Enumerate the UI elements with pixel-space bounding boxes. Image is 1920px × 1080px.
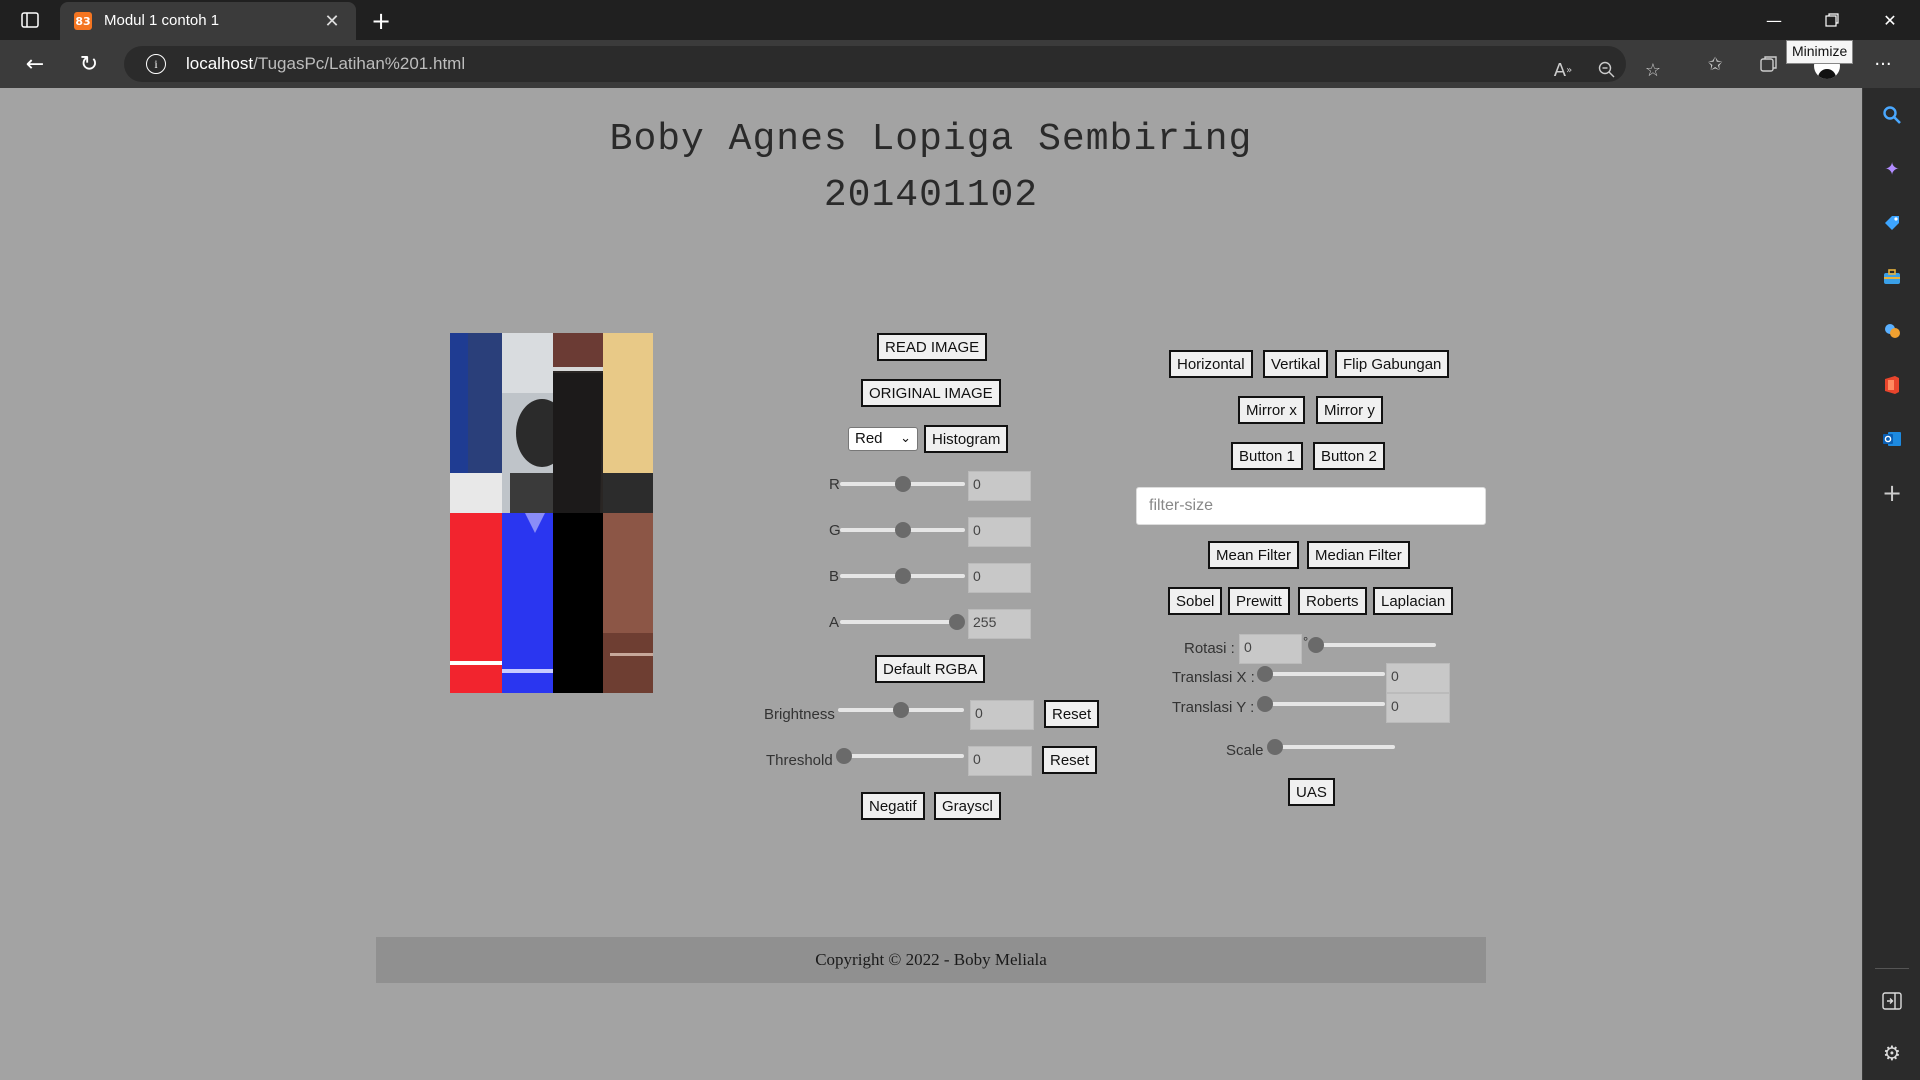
threshold-label: Threshold [766, 752, 833, 769]
minimize-tooltip: Minimize [1786, 40, 1854, 64]
collections-icon[interactable] [1752, 48, 1786, 80]
close-window-icon[interactable]: ✕ [1862, 0, 1918, 40]
median-filter-button[interactable]: Median Filter [1307, 541, 1410, 569]
tools-icon[interactable] [1877, 262, 1907, 292]
threshold-slider[interactable] [836, 748, 964, 764]
roberts-button[interactable]: Roberts [1298, 587, 1367, 615]
prewitt-button[interactable]: Prewitt [1228, 587, 1290, 615]
student-id: 201401102 [823, 174, 1039, 217]
close-tab-icon[interactable]: ✕ [320, 9, 344, 33]
edge-sidebar: ✦ + ⚙ [1862, 88, 1920, 1080]
laplacian-button[interactable]: Laplacian [1373, 587, 1454, 615]
default-rgba-button[interactable]: Default RGBA [875, 655, 986, 683]
b-value-field[interactable]: 0 [968, 563, 1031, 593]
scale-label: Scale [1226, 742, 1264, 759]
read-image-button[interactable]: READ IMAGE [877, 333, 988, 361]
a-slider[interactable] [840, 614, 965, 630]
footer: Copyright © 2022 - Boby Meliala [376, 937, 1486, 983]
rotasi-slider[interactable] [1308, 637, 1436, 653]
mean-filter-button[interactable]: Mean Filter [1208, 541, 1300, 569]
threshold-value-field[interactable]: 0 [968, 746, 1032, 776]
info-icon[interactable]: i [146, 54, 166, 74]
r-value-field[interactable]: 0 [968, 471, 1031, 501]
chevron-down-icon: ⌄ [900, 430, 911, 445]
refresh-icon[interactable]: ↻ [72, 48, 106, 80]
office-icon[interactable] [1877, 370, 1907, 400]
r-slider[interactable] [840, 476, 965, 492]
browser-tab[interactable]: 83 Modul 1 contoh 1 ✕ [60, 2, 356, 40]
outlook-icon[interactable] [1877, 424, 1907, 454]
flip-horizontal-button[interactable]: Horizontal [1169, 350, 1253, 378]
brightness-slider[interactable] [838, 702, 964, 718]
back-icon[interactable]: ← [18, 48, 52, 80]
mirror-y-button[interactable]: Mirror y [1316, 396, 1383, 424]
shopping-icon[interactable] [1877, 208, 1907, 238]
add-icon[interactable]: + [1877, 478, 1907, 508]
rotasi-label: Rotasi : [1184, 640, 1235, 657]
flip-vertikal-button[interactable]: Vertikal [1263, 350, 1329, 378]
read-aloud-icon[interactable]: A» [1546, 54, 1580, 86]
channel-selected-value: Red [855, 430, 883, 447]
games-icon[interactable] [1877, 316, 1907, 346]
b-label: B [829, 568, 840, 585]
favicon-icon: 83 [74, 12, 92, 30]
restore-icon[interactable] [1804, 0, 1860, 40]
address-bar: ← ↻ i localhost/TugasPc/Latihan%201.html… [0, 40, 1920, 88]
flip-gabungan-button[interactable]: Flip Gabungan [1335, 350, 1450, 378]
translasi-x-value-field[interactable]: 0 [1386, 663, 1450, 693]
original-image-button[interactable]: ORIGINAL IMAGE [861, 379, 1001, 407]
a-label: A [829, 614, 840, 631]
button-2[interactable]: Button 2 [1313, 442, 1385, 470]
translasi-y-slider[interactable] [1257, 696, 1385, 712]
r-label: R [829, 476, 840, 493]
histogram-button[interactable]: Histogram [924, 425, 1009, 453]
tab-title: Modul 1 contoh 1 [104, 12, 220, 29]
translasi-y-label: Translasi Y : [1172, 699, 1255, 716]
zoom-icon[interactable] [1590, 54, 1624, 86]
b-slider[interactable] [840, 568, 965, 584]
brightness-reset-button[interactable]: Reset [1044, 700, 1100, 728]
search-icon[interactable] [1877, 100, 1907, 130]
url-text: localhost/TugasPc/Latihan%201.html [186, 54, 466, 73]
sobel-button[interactable]: Sobel [1168, 587, 1223, 615]
g-value-field[interactable]: 0 [968, 517, 1031, 547]
add-favorite-icon[interactable]: ☆ [1636, 54, 1670, 86]
copyright-text: Copyright © 2022 - Boby Meliala [815, 950, 1047, 969]
new-tab-icon[interactable]: + [366, 6, 396, 36]
url-field[interactable]: i localhost/TugasPc/Latihan%201.html A» … [124, 46, 1661, 82]
minimize-icon[interactable]: — [1746, 0, 1802, 40]
sidebar-toggle-icon[interactable] [1877, 986, 1907, 1016]
brightness-value-field[interactable]: 0 [970, 700, 1034, 730]
button-1[interactable]: Button 1 [1231, 442, 1303, 470]
tab-actions-icon[interactable] [16, 8, 44, 32]
tab-bar: 83 Modul 1 contoh 1 ✕ + — ✕ [0, 0, 1920, 40]
uas-button[interactable]: UAS [1288, 778, 1335, 806]
negatif-button[interactable]: Negatif [861, 792, 925, 820]
scale-slider[interactable] [1267, 739, 1395, 755]
rotasi-value-field[interactable]: 0 [1239, 634, 1302, 664]
brightness-label: Brightness [764, 706, 835, 723]
grayscale-button[interactable]: Grayscl [934, 792, 1001, 820]
page-content: Boby Agnes Lopiga Sembiring 201401102 RE… [0, 88, 1862, 1080]
filter-size-input[interactable]: filter-size [1136, 487, 1486, 525]
g-label: G [829, 522, 841, 539]
page-heading: Boby Agnes Lopiga Sembiring 201401102 [0, 112, 1862, 224]
translasi-x-label: Translasi X : [1172, 669, 1255, 686]
a-value-field[interactable]: 255 [968, 609, 1031, 639]
translasi-x-slider[interactable] [1257, 666, 1385, 682]
mirror-x-button[interactable]: Mirror x [1238, 396, 1305, 424]
threshold-reset-button[interactable]: Reset [1042, 746, 1098, 774]
translasi-y-value-field[interactable]: 0 [1386, 693, 1450, 723]
g-slider[interactable] [840, 522, 965, 538]
favorites-icon[interactable]: ✩ [1698, 48, 1732, 80]
more-icon[interactable]: ··· [1866, 48, 1900, 80]
image-canvas[interactable] [450, 333, 653, 693]
student-name: Boby Agnes Lopiga Sembiring [609, 118, 1253, 161]
settings-icon[interactable]: ⚙ [1877, 1038, 1907, 1068]
copilot-icon[interactable]: ✦ [1877, 154, 1907, 184]
channel-select[interactable]: Red ⌄ [848, 427, 918, 451]
